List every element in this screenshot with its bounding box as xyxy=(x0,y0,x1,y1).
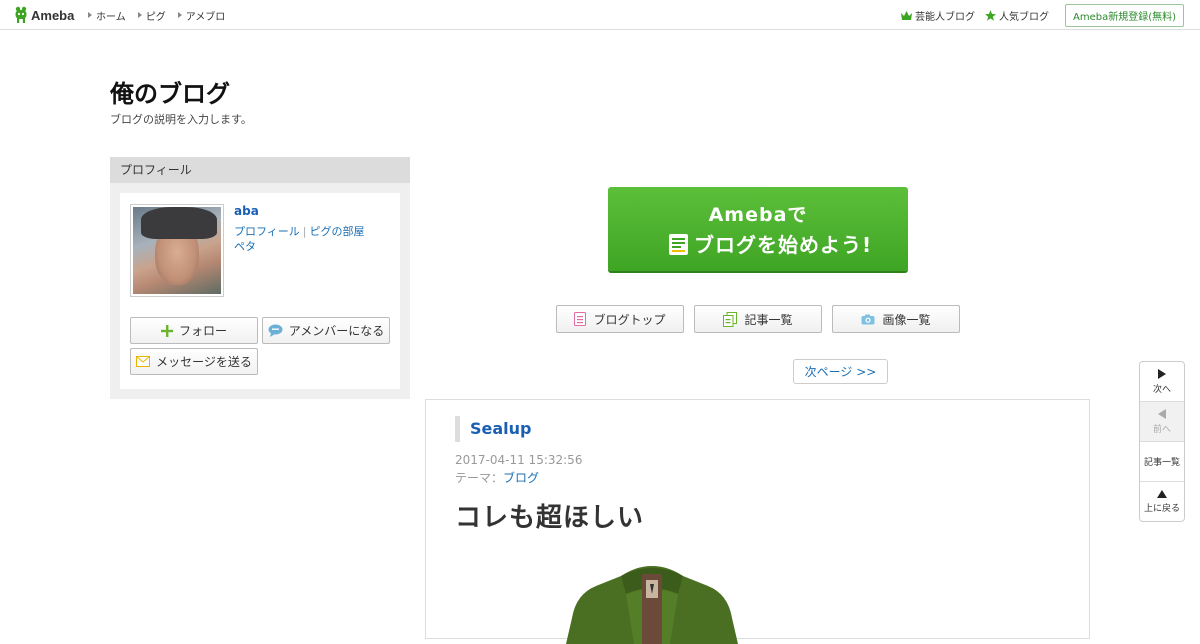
play-right-icon xyxy=(1158,368,1166,379)
celebrity-blog-label: 芸能人ブログ xyxy=(914,11,975,23)
theme-label: テーマ： xyxy=(455,471,504,485)
side-list-label: 記事一覧 xyxy=(1143,458,1180,468)
document-icon xyxy=(723,311,738,327)
blog-entry: Sealup 2017-04-11 15:32:56 テーマ：ブログ コレも超ほ… xyxy=(425,399,1090,644)
nav-ameblo[interactable]: アメブロ xyxy=(177,8,226,23)
register-button[interactable]: Ameba新規登録(無料) xyxy=(1064,3,1184,27)
nav-home-label: ホーム xyxy=(96,11,126,23)
side-prev-label: 前へ xyxy=(1152,424,1171,435)
side-top-label: 上に戻る xyxy=(1143,504,1180,514)
star-icon xyxy=(984,9,996,21)
global-header: Ameba ホーム ピグ アメブロ 芸能人ブログ 人気ブログ Ameba新規登録… xyxy=(0,0,1200,30)
nav-pigg[interactable]: ピグ xyxy=(137,8,166,23)
theme-link[interactable]: ブログ xyxy=(503,471,539,485)
banner-line2: ブログを始めよう! xyxy=(694,233,873,257)
celebrity-blog-link[interactable]: 芸能人ブログ xyxy=(900,8,975,23)
side-prev-button[interactable]: 前へ xyxy=(1140,402,1184,442)
follow-label: フォロー xyxy=(178,324,227,338)
amember-button[interactable]: アメンバーになる xyxy=(262,317,390,344)
nav-home[interactable]: ホーム xyxy=(88,8,126,23)
side-top-button[interactable]: 上に戻る xyxy=(1140,482,1184,521)
entry-list-label: 記事一覧 xyxy=(744,312,793,327)
side-next-button[interactable]: 次へ xyxy=(1140,362,1184,402)
nav-ameblo-label: アメブロ xyxy=(185,11,226,23)
entry-title[interactable]: コレも超ほしい xyxy=(455,497,644,534)
image-list-button[interactable]: 画像一覧 xyxy=(832,305,960,333)
nav-pigg-label: ピグ xyxy=(145,11,166,23)
jacket-image[interactable] xyxy=(566,564,738,644)
profile-name[interactable]: aba xyxy=(234,204,259,218)
link-separator: | xyxy=(302,225,307,238)
message-label: メッセージを送る xyxy=(156,355,252,369)
entry-theme: テーマ：ブログ xyxy=(455,469,539,486)
crown-icon xyxy=(900,10,912,20)
blog-top-label: ブログトップ xyxy=(593,312,666,327)
side-list-button[interactable]: 記事一覧 xyxy=(1140,442,1184,482)
start-blog-banner[interactable]: Amebaで ブログを始めよう! xyxy=(608,187,908,271)
ameba-logo-icon xyxy=(15,6,27,23)
profile-links: プロフィール | ピグの部屋 ペタ xyxy=(234,224,365,254)
popular-blog-label: 人気ブログ xyxy=(998,11,1049,23)
profile-content: aba プロフィール | ピグの部屋 ペタ フォロー アメンバーになる メッセージを… xyxy=(120,193,400,389)
side-nav: 次へ 前へ 記事一覧 上に戻る xyxy=(1139,361,1185,522)
ameba-logo[interactable]: Ameba xyxy=(14,6,74,24)
amember-label: アメンバーになる xyxy=(288,324,385,338)
notebook-icon xyxy=(574,312,587,326)
chat-bubble-icon xyxy=(268,324,283,337)
camera-icon xyxy=(861,314,875,324)
triangle-right-icon xyxy=(88,12,92,18)
header-right-links: 芸能人ブログ 人気ブログ Ameba新規登録(無料) xyxy=(900,0,1184,30)
banner-line2-wrap: ブログを始めよう! xyxy=(668,229,872,258)
profile-box: プロフィール aba プロフィール | ピグの部屋 ペタ フォロー アメンバーになる… xyxy=(110,157,410,399)
pigg-room-link[interactable]: ピグの部屋 xyxy=(310,225,365,238)
avatar-image xyxy=(133,207,221,294)
play-left-icon xyxy=(1158,408,1166,419)
peta-link[interactable]: ペタ xyxy=(234,240,256,253)
notebook-icon xyxy=(669,233,688,255)
triangle-right-icon xyxy=(137,12,142,18)
avatar[interactable] xyxy=(130,204,224,297)
message-button[interactable]: メッセージを送る xyxy=(130,348,258,375)
blog-title[interactable]: 俺のブログ xyxy=(110,74,230,109)
blog-top-button[interactable]: ブログトップ xyxy=(556,305,684,333)
logo-text: Ameba xyxy=(31,7,75,23)
side-next-label: 次へ xyxy=(1152,384,1171,395)
global-nav: ホーム ピグ アメブロ xyxy=(88,0,225,30)
blog-description: ブログの説明を入力します。 xyxy=(110,113,252,126)
profile-link[interactable]: プロフィール xyxy=(234,225,300,238)
profile-heading: プロフィール xyxy=(110,157,410,183)
popular-blog-link[interactable]: 人気ブログ xyxy=(984,8,1049,23)
entry-date: 2017-04-11 15:32:56 xyxy=(455,453,583,467)
banner-line1: Amebaで xyxy=(708,204,808,226)
arrow-up-icon xyxy=(1157,490,1167,498)
follow-button[interactable]: フォロー xyxy=(130,317,258,344)
entry-list-button[interactable]: 記事一覧 xyxy=(694,305,822,333)
entry-blog-name[interactable]: Sealup xyxy=(455,416,532,442)
triangle-right-icon xyxy=(177,12,182,18)
next-page-button[interactable]: 次ページ >> xyxy=(793,359,888,384)
plus-icon xyxy=(160,324,173,337)
envelope-icon xyxy=(136,356,151,367)
image-list-label: 画像一覧 xyxy=(882,312,931,327)
